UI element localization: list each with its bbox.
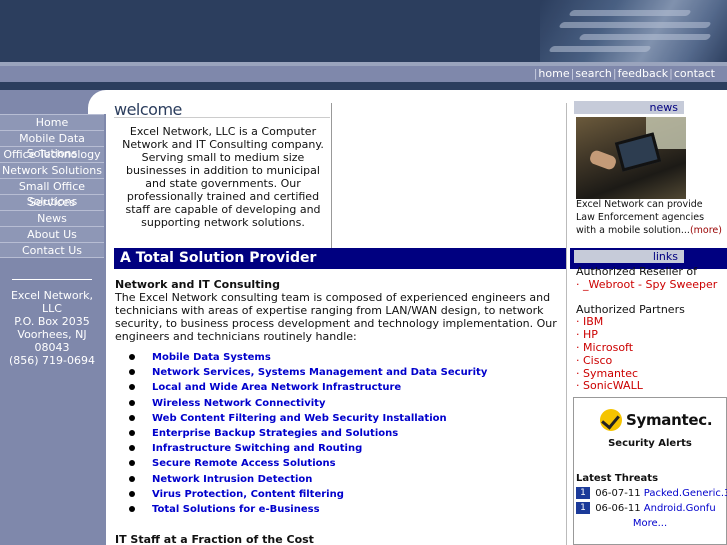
service-item[interactable]: Wireless Network Connectivity	[126, 396, 556, 411]
latest-threats-title: Latest Threats	[576, 473, 659, 484]
service-item[interactable]: Virus Protection, Content filtering	[126, 487, 556, 502]
bullet-icon	[129, 429, 135, 436]
service-item[interactable]: Mobile Data Systems	[126, 350, 556, 365]
link-cisco[interactable]: · Cisco	[576, 354, 726, 368]
main-menu: Home Mobile Data Solutions Office Techno…	[0, 114, 104, 258]
menu-item-network-solutions[interactable]: Network Solutions	[0, 162, 104, 178]
reseller-title: Authorized Reseller of	[576, 265, 698, 278]
bullet-icon	[129, 460, 135, 467]
service-item[interactable]: Web Content Filtering and Web Security I…	[126, 411, 556, 426]
links-list: Authorized Reseller of · _Webroot - Spy …	[576, 265, 726, 393]
welcome-text: Excel Network, LLC is a Computer Network…	[122, 125, 324, 229]
news-header: news	[574, 101, 684, 114]
service-item[interactable]: Enterprise Backup Strategies and Solutio…	[126, 426, 556, 441]
symantec-widget: Symantec. Security Alerts Latest Threats…	[573, 397, 727, 545]
threat-date: 06-07-11	[595, 488, 641, 499]
checkmark-icon	[600, 409, 622, 431]
top-link-home[interactable]: home	[538, 67, 569, 80]
address-line: Voorhees, NJ 08043	[17, 328, 87, 354]
threat-date: 06-06-11	[595, 503, 641, 514]
address-phone: (856) 719-0694	[8, 354, 96, 367]
bullet-icon	[129, 475, 135, 482]
consulting-heading: Network and IT Consulting	[115, 278, 280, 291]
menu-item-contact-us[interactable]: Contact Us	[0, 242, 104, 258]
links-header: links	[574, 250, 684, 263]
header-graphic	[540, 0, 727, 66]
news-label: news	[649, 101, 678, 114]
total-solution-banner: A Total Solution Provider	[114, 248, 566, 269]
menu-item-about-us[interactable]: About Us	[0, 226, 104, 242]
it-staff-heading: IT Staff at a Fraction of the Cost	[115, 533, 314, 545]
top-links: |home|search|feedback|contact	[533, 67, 715, 80]
bullet-icon	[129, 384, 135, 391]
threats-more-link[interactable]: More...	[574, 518, 726, 529]
menu-item-office-technology[interactable]: Office Technology	[0, 146, 104, 162]
top-link-search[interactable]: search	[575, 67, 612, 80]
symantec-brand: Symantec.	[626, 411, 713, 429]
threat-rank: 1	[576, 487, 590, 499]
bullet-icon	[129, 505, 135, 512]
bullet-icon	[129, 414, 135, 421]
threat-rank: 1	[576, 502, 590, 514]
services-list: Mobile Data Systems Network Services, Sy…	[126, 350, 556, 517]
security-alerts-title: Security Alerts	[608, 438, 692, 449]
menu-item-services[interactable]: Services	[0, 194, 104, 210]
menu-item-home[interactable]: Home	[0, 114, 104, 130]
service-item[interactable]: Secure Remote Access Solutions	[126, 456, 556, 471]
bullet-icon	[129, 445, 135, 452]
laptop-icon	[614, 132, 662, 172]
service-item[interactable]: Network Services, Systems Management and…	[126, 365, 556, 380]
site-header	[0, 0, 727, 66]
news-more-link[interactable]: (more)	[690, 225, 722, 236]
link-microsoft[interactable]: · Microsoft	[576, 341, 726, 355]
news-text: Excel Network can provide Law Enforcemen…	[576, 199, 722, 236]
news-photo[interactable]	[576, 117, 686, 199]
bullet-icon	[129, 490, 135, 497]
bullet-icon	[129, 399, 135, 406]
consulting-text: The Excel Network consulting team is com…	[115, 291, 557, 343]
menu-item-news[interactable]: News	[0, 210, 104, 226]
link-sonicwall[interactable]: · SonicWALL	[576, 380, 726, 393]
address-line: Excel Network, LLC	[10, 289, 94, 315]
link-ibm[interactable]: · IBM	[576, 316, 726, 329]
menu-item-small-office-solutions[interactable]: Small Office Solutions	[0, 178, 104, 208]
address-line: P.O. Box 2035	[14, 315, 90, 328]
bullet-icon	[129, 369, 135, 376]
menu-item-mobile-data-solutions[interactable]: Mobile Data Solutions	[0, 130, 104, 160]
symantec-logo[interactable]: Symantec.	[600, 408, 713, 432]
top-link-feedback[interactable]: feedback	[618, 67, 669, 80]
service-item[interactable]: Network Intrusion Detection	[126, 472, 556, 487]
bullet-icon	[129, 354, 135, 360]
service-item[interactable]: Local and Wide Area Network Infrastructu…	[126, 380, 556, 395]
top-link-contact[interactable]: contact	[674, 67, 715, 80]
threat-name-link[interactable]: Android.Gonfu	[644, 503, 716, 514]
link-webroot[interactable]: · _Webroot - Spy Sweeper	[576, 278, 726, 292]
links-label: links	[652, 250, 678, 263]
sidebar-divider	[12, 279, 92, 280]
threat-row: 1 06-07-11 Packed.Generic.328	[576, 487, 727, 501]
threat-row: 1 06-06-11 Android.Gonfu	[576, 502, 726, 516]
service-item[interactable]: Infrastructure Switching and Routing	[126, 441, 556, 456]
threat-name-link[interactable]: Packed.Generic.328	[644, 488, 727, 499]
company-address: Excel Network, LLC P.O. Box 2035 Voorhee…	[0, 289, 104, 367]
service-item[interactable]: Total Solutions for e-Business	[126, 502, 556, 517]
